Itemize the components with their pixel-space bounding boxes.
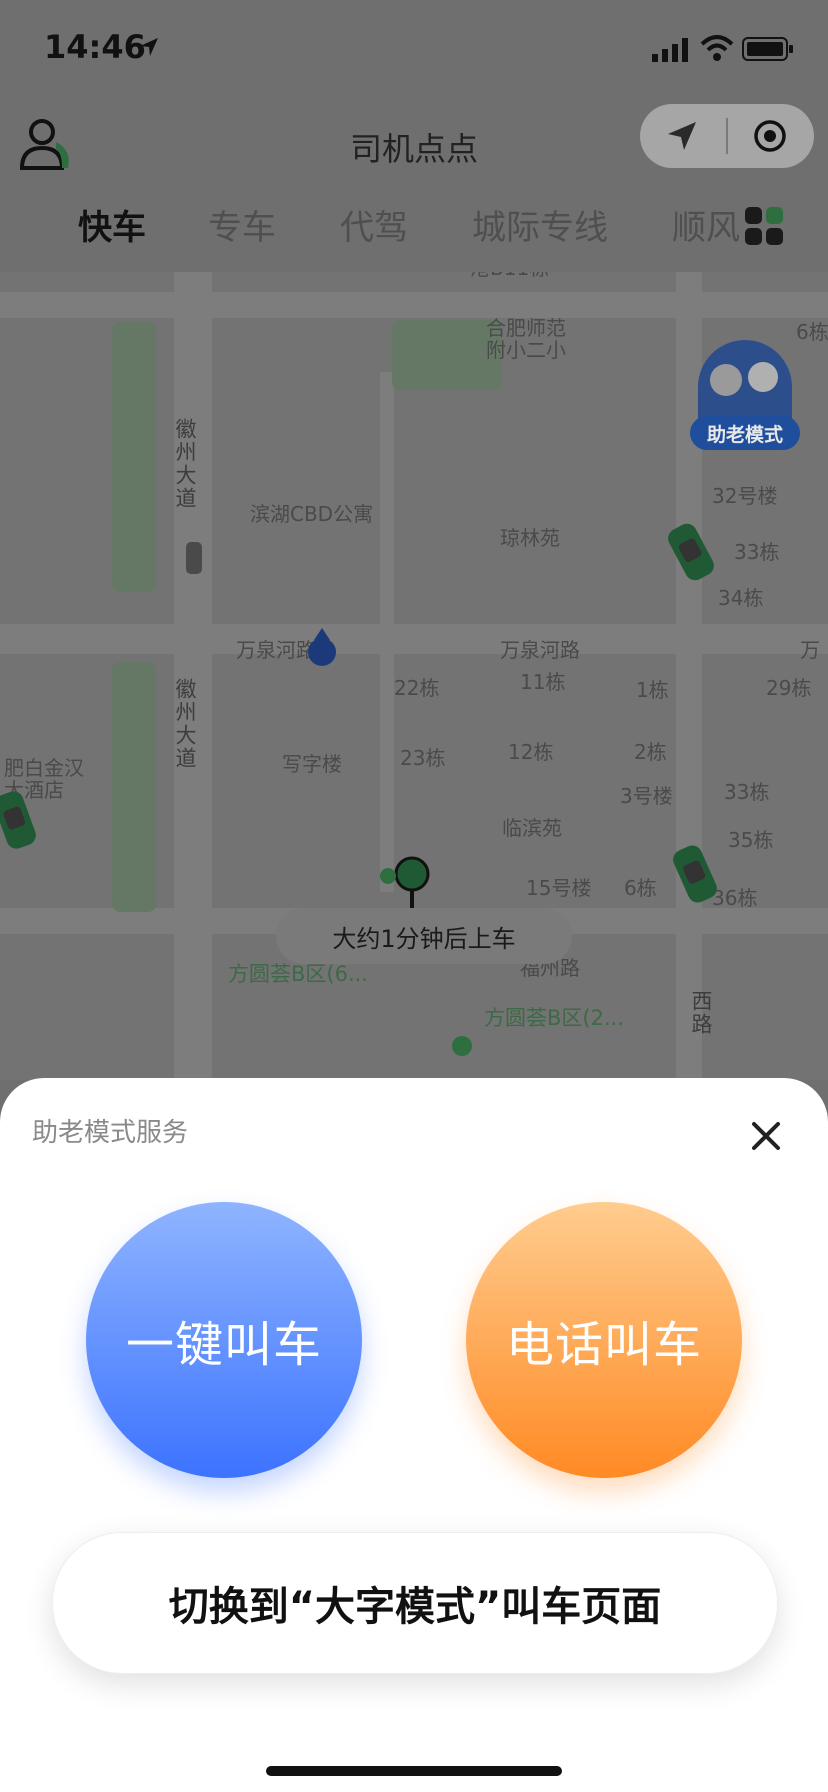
- wifi-icon: [700, 35, 734, 61]
- more-services-icon[interactable]: [744, 206, 784, 246]
- map-label: 1栋: [636, 678, 669, 702]
- car-marker-icon: [664, 520, 718, 584]
- cellular-signal-icon: [652, 38, 688, 62]
- map-label: 琼林苑: [500, 526, 560, 550]
- one-key-call-button[interactable]: 一键叫车: [86, 1202, 362, 1478]
- map-label: 33栋: [724, 780, 770, 804]
- eta-bubble: 大约1分钟后上车: [276, 908, 572, 964]
- switch-large-font-button[interactable]: 切换到“大字模式”叫车页面: [52, 1532, 778, 1674]
- battery-icon: [742, 37, 793, 61]
- map-label: 11栋: [520, 670, 566, 694]
- map-label: 临滨苑: [502, 816, 562, 840]
- map-label: 12栋: [508, 740, 554, 764]
- map-label: 附小二小: [486, 338, 566, 362]
- elder-mode-badge[interactable]: 助老模式: [690, 340, 800, 452]
- map-label: 万: [800, 638, 820, 662]
- location-arrow-icon: [140, 38, 158, 56]
- map-label: 32号楼: [712, 484, 778, 508]
- sheet-title: 助老模式服务: [32, 1118, 189, 1148]
- station-dot: [452, 1036, 472, 1056]
- status-time: 14:46: [44, 28, 146, 66]
- tab-chengji[interactable]: 城际专线: [472, 200, 608, 249]
- map-road: [0, 624, 828, 654]
- map-label: 方圆荟B区(2...: [484, 1006, 624, 1030]
- map-road: [380, 372, 394, 892]
- elder-badge-label: 助老模式: [690, 416, 800, 450]
- map-label: 3号楼: [620, 784, 673, 808]
- map-label: 港B11栋: [470, 272, 549, 281]
- map-road: [174, 272, 212, 1080]
- locate-me-icon[interactable]: [752, 118, 788, 154]
- map-controls: [640, 104, 814, 168]
- map-label: 29栋: [766, 676, 812, 700]
- phone-call-button[interactable]: 电话叫车: [466, 1202, 742, 1478]
- map-park: [112, 662, 156, 912]
- map-park: [112, 322, 156, 592]
- road-label: 徽州大道: [173, 678, 197, 770]
- map-label: 35栋: [728, 828, 774, 852]
- map-label: 6栋: [796, 320, 828, 344]
- current-location-icon: [308, 628, 336, 666]
- map-label: 15号楼: [526, 876, 592, 900]
- map-label: 6栋: [624, 876, 657, 900]
- station-dot: [380, 868, 396, 884]
- elder-service-sheet: 助老模式服务 一键叫车 电话叫车 切换到“大字模式”叫车页面: [0, 1078, 828, 1792]
- navigate-icon[interactable]: [666, 120, 698, 152]
- tab-shunfeng[interactable]: 顺风: [672, 200, 740, 249]
- map-label: 2栋: [634, 740, 667, 764]
- elder-face-icon: [748, 362, 778, 392]
- map-label: 36栋: [712, 886, 758, 910]
- pickup-pin-icon: [394, 856, 430, 908]
- tab-zhuanche[interactable]: 专车: [208, 200, 276, 249]
- home-indicator[interactable]: [266, 1766, 562, 1776]
- map-label: 23栋: [400, 746, 446, 770]
- map-road: [0, 292, 828, 318]
- traffic-light-icon: [186, 542, 202, 574]
- map-label: 滨湖CBD公寓: [250, 502, 374, 526]
- tab-kuaiche[interactable]: 快车: [78, 200, 146, 249]
- map-label: 西路: [689, 990, 713, 1036]
- map-label: 写字楼: [282, 752, 342, 776]
- elder-face-icon: [710, 364, 742, 396]
- service-tabs: 快车 专车 代驾 城际专线 顺风: [0, 200, 828, 260]
- pill-divider: [726, 118, 728, 154]
- map-label: 万泉河路: [500, 638, 580, 662]
- map-label: 33栋: [734, 540, 780, 564]
- map-label: 34栋: [718, 586, 764, 610]
- road-label: 徽州大道: [173, 418, 197, 510]
- close-icon[interactable]: [744, 1114, 788, 1158]
- tab-daijia[interactable]: 代驾: [340, 200, 408, 249]
- map-label: 22栋: [394, 676, 440, 700]
